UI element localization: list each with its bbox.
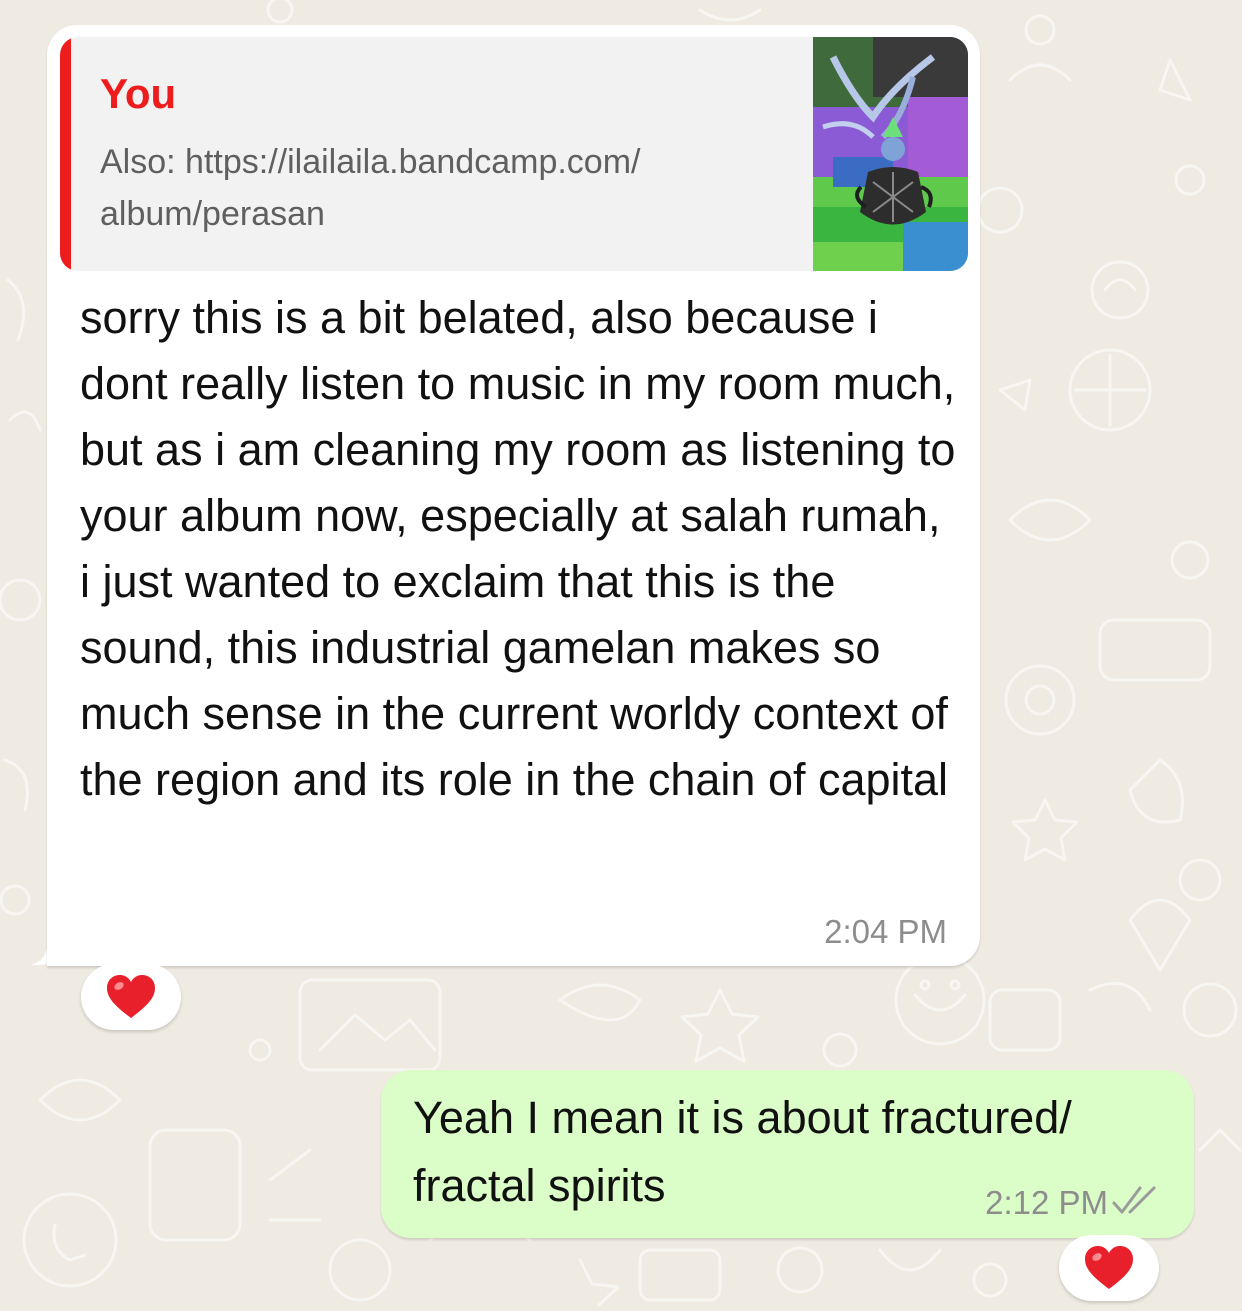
quote-text-line-2: album/perasan (100, 195, 325, 233)
album-cover-thumbnail[interactable] (813, 37, 968, 271)
quote-text: Also: https://ilailaila.bandcamp.com/ al… (100, 136, 760, 240)
outgoing-reaction-badge[interactable] (1059, 1235, 1159, 1301)
double-check-icon (1112, 1186, 1156, 1214)
incoming-message-time: 2:04 PM (824, 913, 947, 950)
outgoing-message[interactable]: Yeah I mean it is about fractured/ fract… (381, 1070, 1194, 1238)
heart-icon (1085, 1246, 1133, 1289)
outgoing-message-time: 2:12 PM (985, 1184, 1108, 1221)
incoming-message[interactable]: You Also: https://ilailaila.bandcamp.com… (47, 25, 980, 966)
quoted-reply[interactable]: You Also: https://ilailaila.bandcamp.com… (60, 37, 968, 271)
incoming-reaction-badge[interactable] (81, 964, 181, 1030)
heart-icon (107, 975, 155, 1018)
quote-text-line-1: Also: https://ilailaila.bandcamp.com/ (100, 143, 641, 181)
quote-accent-bar (60, 37, 71, 271)
incoming-message-text: sorry this is a bit belated, also becaus… (80, 292, 956, 805)
quote-author: You (100, 70, 177, 117)
